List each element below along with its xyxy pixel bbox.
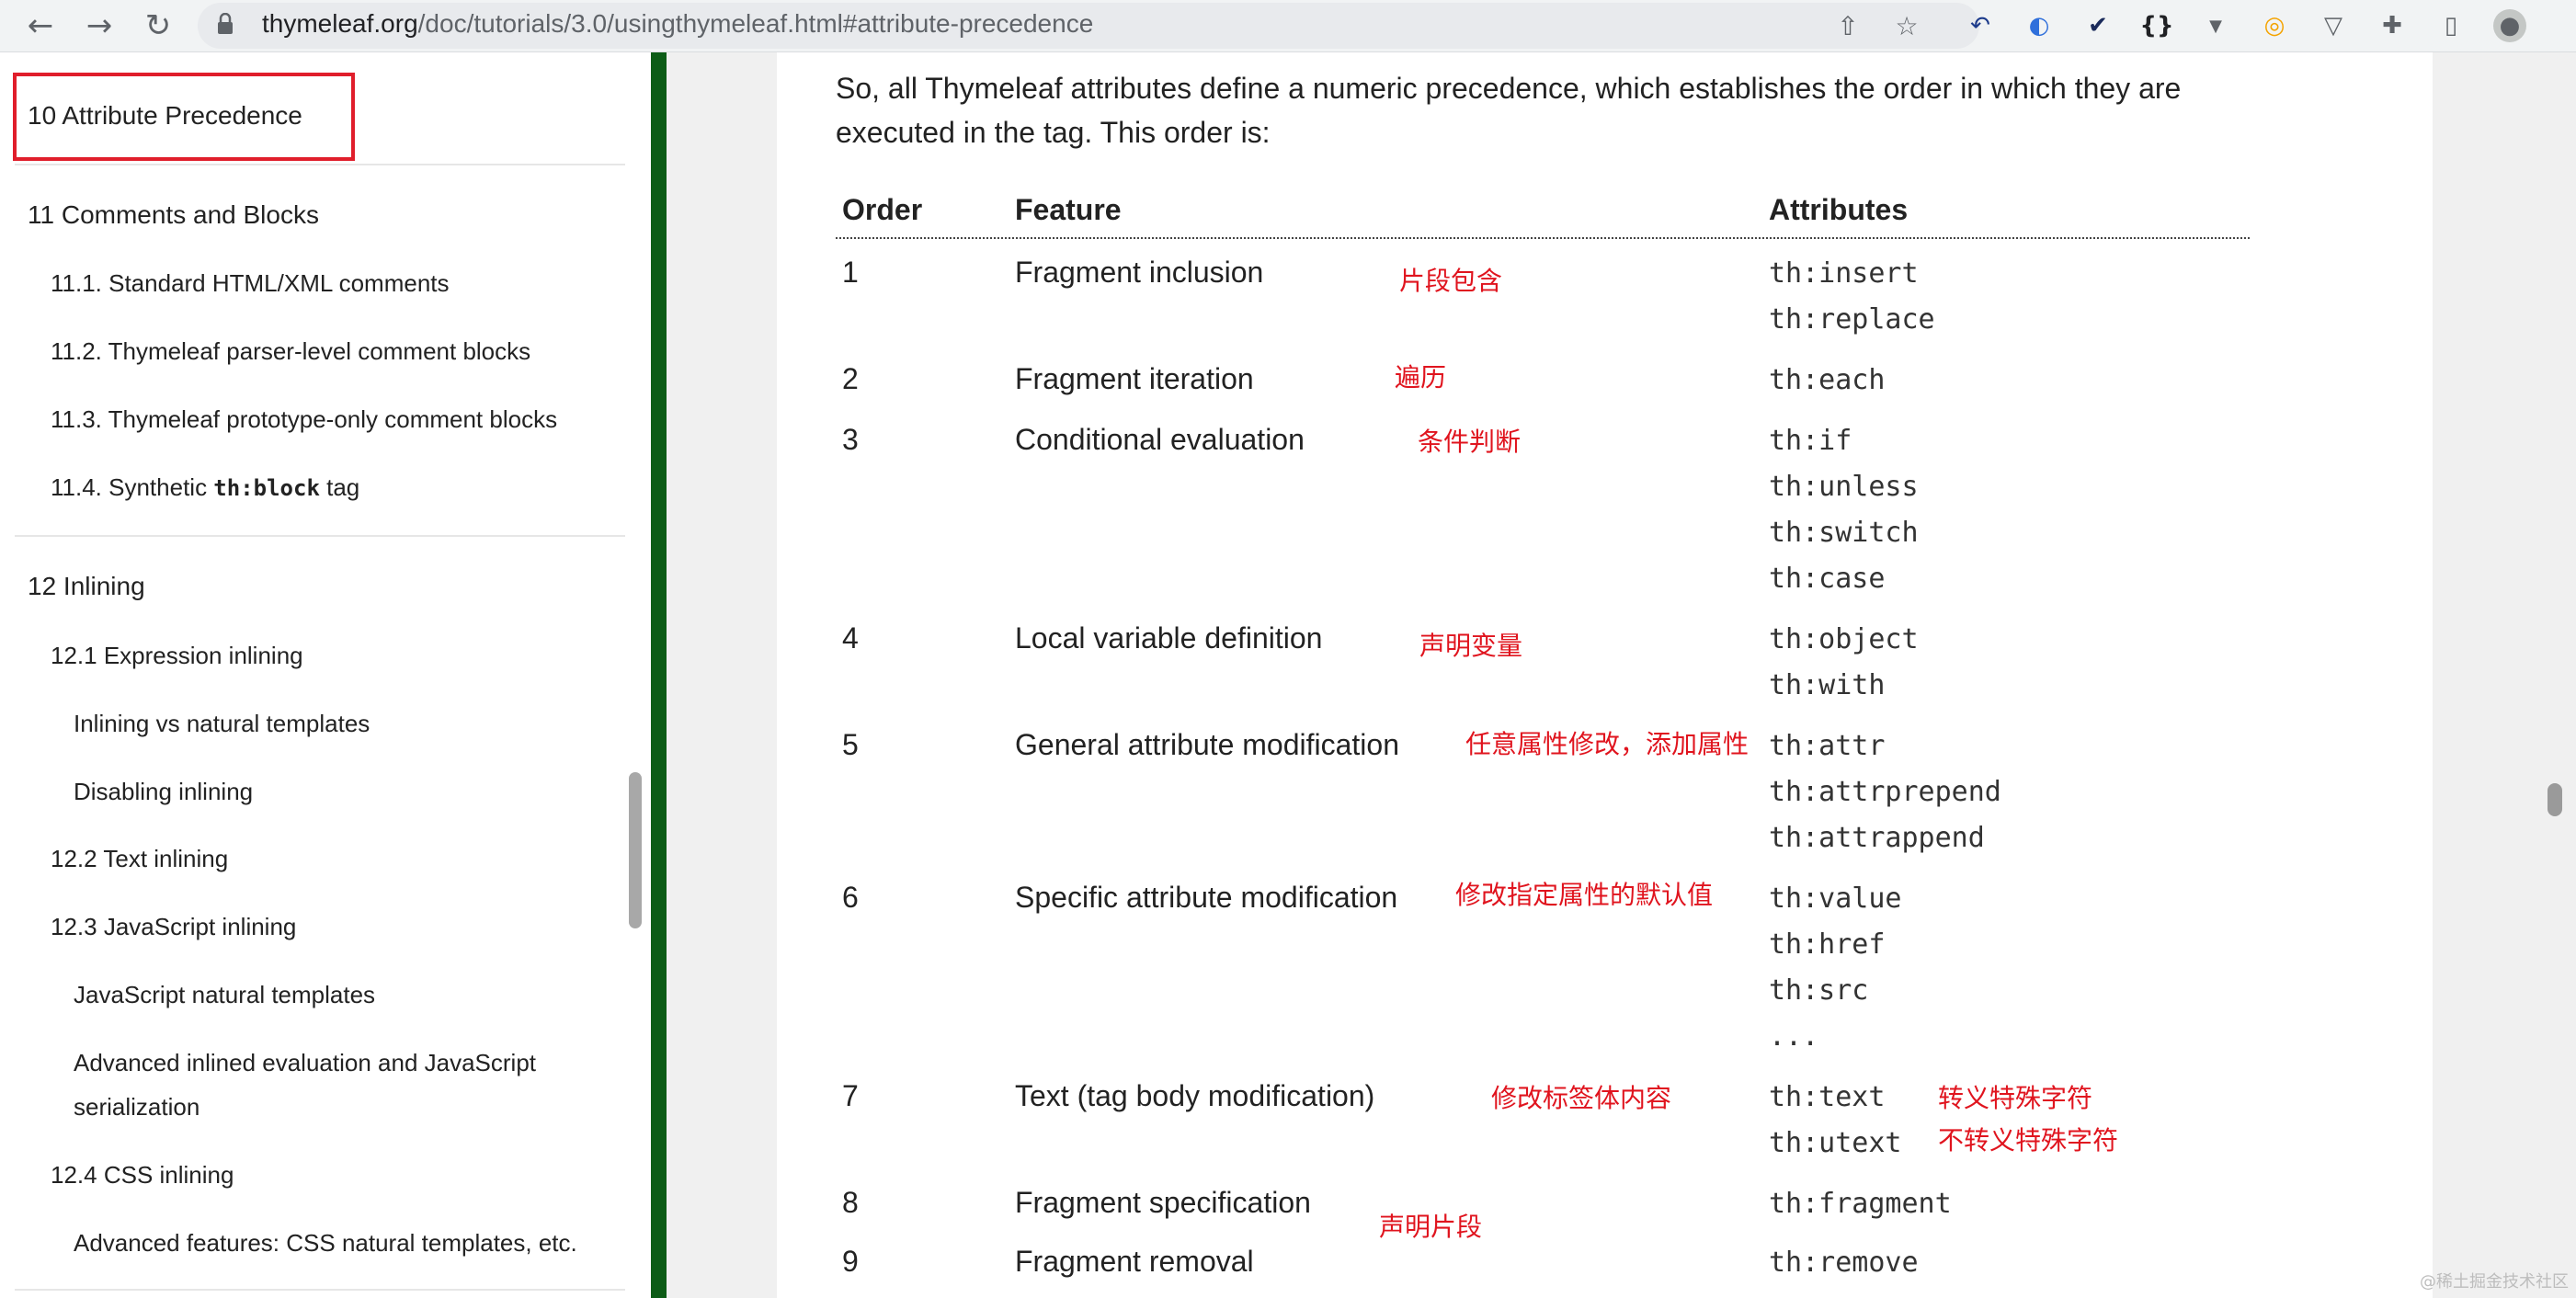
row-3-attr-4: th:case [1769, 563, 1886, 595]
row-7-attr-2: th:utext [1769, 1127, 1902, 1159]
header-attributes: Attributes [1769, 193, 1909, 226]
row-6-attr-3: th:src [1769, 974, 1869, 1007]
row-3-attr-2: th:unless [1769, 471, 1919, 503]
row-2-attr-1: th:each [1769, 364, 1886, 396]
row-8-note: 声明片段 [1379, 1212, 1483, 1242]
row-2-feature: Fragment iteration [1015, 362, 1254, 395]
lock-icon [218, 13, 233, 34]
toc-item-advanced-inlined[interactable]: Advanced inlined evaluation and JavaScri… [74, 1049, 536, 1077]
toc-item-css-natural-templates[interactable]: Advanced features: CSS natural templates… [74, 1229, 577, 1258]
row-1-note: 片段包含 [1399, 266, 1503, 296]
share-icon[interactable]: ⇧ [1831, 9, 1864, 42]
row-3-note: 条件判断 [1418, 427, 1522, 457]
back-icon[interactable]: ← [20, 6, 61, 46]
toc-item-text-inlining[interactable]: 12.2 Text inlining [51, 845, 228, 873]
extension-4-icon[interactable]: ◎ [2258, 9, 2291, 42]
side-panel-icon[interactable]: ▯ [2434, 9, 2468, 42]
toc-item-comments-and-blocks[interactable]: 11 Comments and Blocks [28, 200, 319, 230]
page-scrollbar[interactable] [2548, 783, 2562, 816]
toc-item-prototype-comments[interactable]: 11.3. Thymeleaf prototype-only comment b… [51, 405, 557, 434]
row-9-order: 9 [842, 1245, 859, 1278]
row-5-note: 任意属性修改，添加属性 [1465, 729, 1750, 759]
row-3-feature: Conditional evaluation [1015, 423, 1305, 456]
intro-paragraph: So, all Thymeleaf attributes define a nu… [836, 66, 2270, 154]
row-8-order: 8 [842, 1186, 859, 1219]
bookmark-star-icon[interactable]: ☆ [1890, 9, 1923, 42]
row-2-note: 遍历 [1395, 362, 1447, 393]
sidebar-scrollbar[interactable] [629, 772, 642, 928]
row-8-attr-1: th:fragment [1769, 1188, 1952, 1220]
row-6-order: 6 [842, 881, 859, 914]
row-1-attr-1: th:insert [1769, 257, 1919, 290]
toc-item-attribute-precedence[interactable]: 10 Attribute Precedence [28, 101, 302, 131]
row-6-attr-1: th:value [1769, 882, 1902, 915]
extension-1-icon[interactable]: ↶ [1964, 9, 1997, 42]
toc-divider [15, 1289, 625, 1291]
toc-divider [15, 535, 625, 537]
vue-devtools-icon[interactable]: ▽ [2317, 9, 2350, 42]
content-margin [667, 52, 777, 1298]
row-7-attr-1: th:text [1769, 1081, 1886, 1113]
row-9-feature: Fragment removal [1015, 1245, 1254, 1278]
profile-icon[interactable]: ● [2493, 9, 2526, 42]
row-7-order: 7 [842, 1079, 859, 1112]
row-5-order: 5 [842, 728, 859, 761]
table-header-rule [836, 237, 2250, 239]
toc-item-synthetic-block[interactable]: 11.4. Synthetic th:block tag [51, 473, 359, 502]
row-7-attr-1-note: 转义特殊字符 [1938, 1083, 2093, 1113]
row-5-attr-3: th:attrappend [1769, 822, 1985, 854]
row-5-attr-2: th:attrprepend [1769, 776, 2001, 808]
row-2-order: 2 [842, 362, 859, 395]
row-1-feature: Fragment inclusion [1015, 256, 1264, 289]
json-extension-icon[interactable]: {} [2139, 9, 2173, 42]
row-7-note: 修改标签体内容 [1491, 1083, 1672, 1113]
toc-item-advanced-inlined-cont[interactable]: serialization [74, 1093, 199, 1122]
watermark: @稀土掘金技术社区 [2420, 1272, 2569, 1292]
row-6-feature: Specific attribute modification [1015, 881, 1398, 914]
toc-divider [15, 164, 625, 165]
toc-item-css-inlining[interactable]: 12.4 CSS inlining [51, 1161, 234, 1190]
reload-icon[interactable]: ↻ [138, 6, 178, 46]
row-9-attr-1: th:remove [1769, 1247, 1919, 1279]
toc-item-inlining[interactable]: 12 Inlining [28, 572, 145, 601]
row-4-attr-2: th:with [1769, 669, 1886, 701]
row-4-note: 声明变量 [1419, 631, 1523, 661]
toc-item-disabling-inlining[interactable]: Disabling inlining [74, 778, 253, 806]
row-5-attr-1: th:attr [1769, 730, 1886, 762]
row-3-attr-1: th:if [1769, 425, 1852, 457]
row-3-order: 3 [842, 423, 859, 456]
dropdown-icon[interactable]: ▼ [2199, 9, 2232, 42]
header-feature: Feature [1015, 193, 1122, 226]
row-4-order: 4 [842, 621, 859, 655]
toc-item-standard-comments[interactable]: 11.1. Standard HTML/XML comments [51, 269, 450, 298]
toc-item-parser-comments[interactable]: 11.2. Thymeleaf parser-level comment blo… [51, 337, 530, 366]
row-4-feature: Local variable definition [1015, 621, 1323, 655]
extension-3-icon[interactable]: ✔ [2081, 9, 2114, 42]
row-6-note: 修改指定属性的默认值 [1455, 880, 1714, 910]
intro-line-2: executed in the tag. This order is: [836, 116, 1271, 149]
toc-item-javascript-inlining[interactable]: 12.3 JavaScript inlining [51, 913, 296, 941]
row-6-attr-2: th:href [1769, 928, 1886, 961]
row-4-attr-1: th:object [1769, 623, 1919, 655]
row-7-attr-2-note: 不转义特殊字符 [1938, 1125, 2119, 1156]
toc-item-js-natural-templates[interactable]: JavaScript natural templates [74, 981, 375, 1009]
extensions-puzzle-icon[interactable]: ✚ [2376, 9, 2409, 42]
row-5-feature: General attribute modification [1015, 728, 1399, 761]
row-1-attr-2: th:replace [1769, 303, 1935, 336]
row-7-feature: Text (tag body modification) [1015, 1079, 1375, 1112]
row-3-attr-3: th:switch [1769, 517, 1919, 549]
forward-icon[interactable]: → [79, 6, 120, 46]
extension-2-icon[interactable]: ◐ [2023, 9, 2056, 42]
row-1-order: 1 [842, 256, 859, 289]
toc-item-expression-inlining[interactable]: 12.1 Expression inlining [51, 642, 303, 670]
row-6-attr-4: ... [1769, 1020, 1819, 1053]
content-margin-right [2433, 52, 2576, 1298]
browser-toolbar: ← → ↻ thymeleaf.org/doc/tutorials/3.0/us… [0, 0, 2576, 52]
header-order: Order [842, 193, 923, 226]
content-accent-bar [651, 52, 667, 1298]
toc-item-inlining-vs-natural[interactable]: Inlining vs natural templates [74, 710, 370, 738]
row-8-feature: Fragment specification [1015, 1186, 1311, 1219]
url-text[interactable]: thymeleaf.org/doc/tutorials/3.0/usingthy… [262, 9, 1093, 39]
intro-line-1: So, all Thymeleaf attributes define a nu… [836, 72, 2182, 105]
